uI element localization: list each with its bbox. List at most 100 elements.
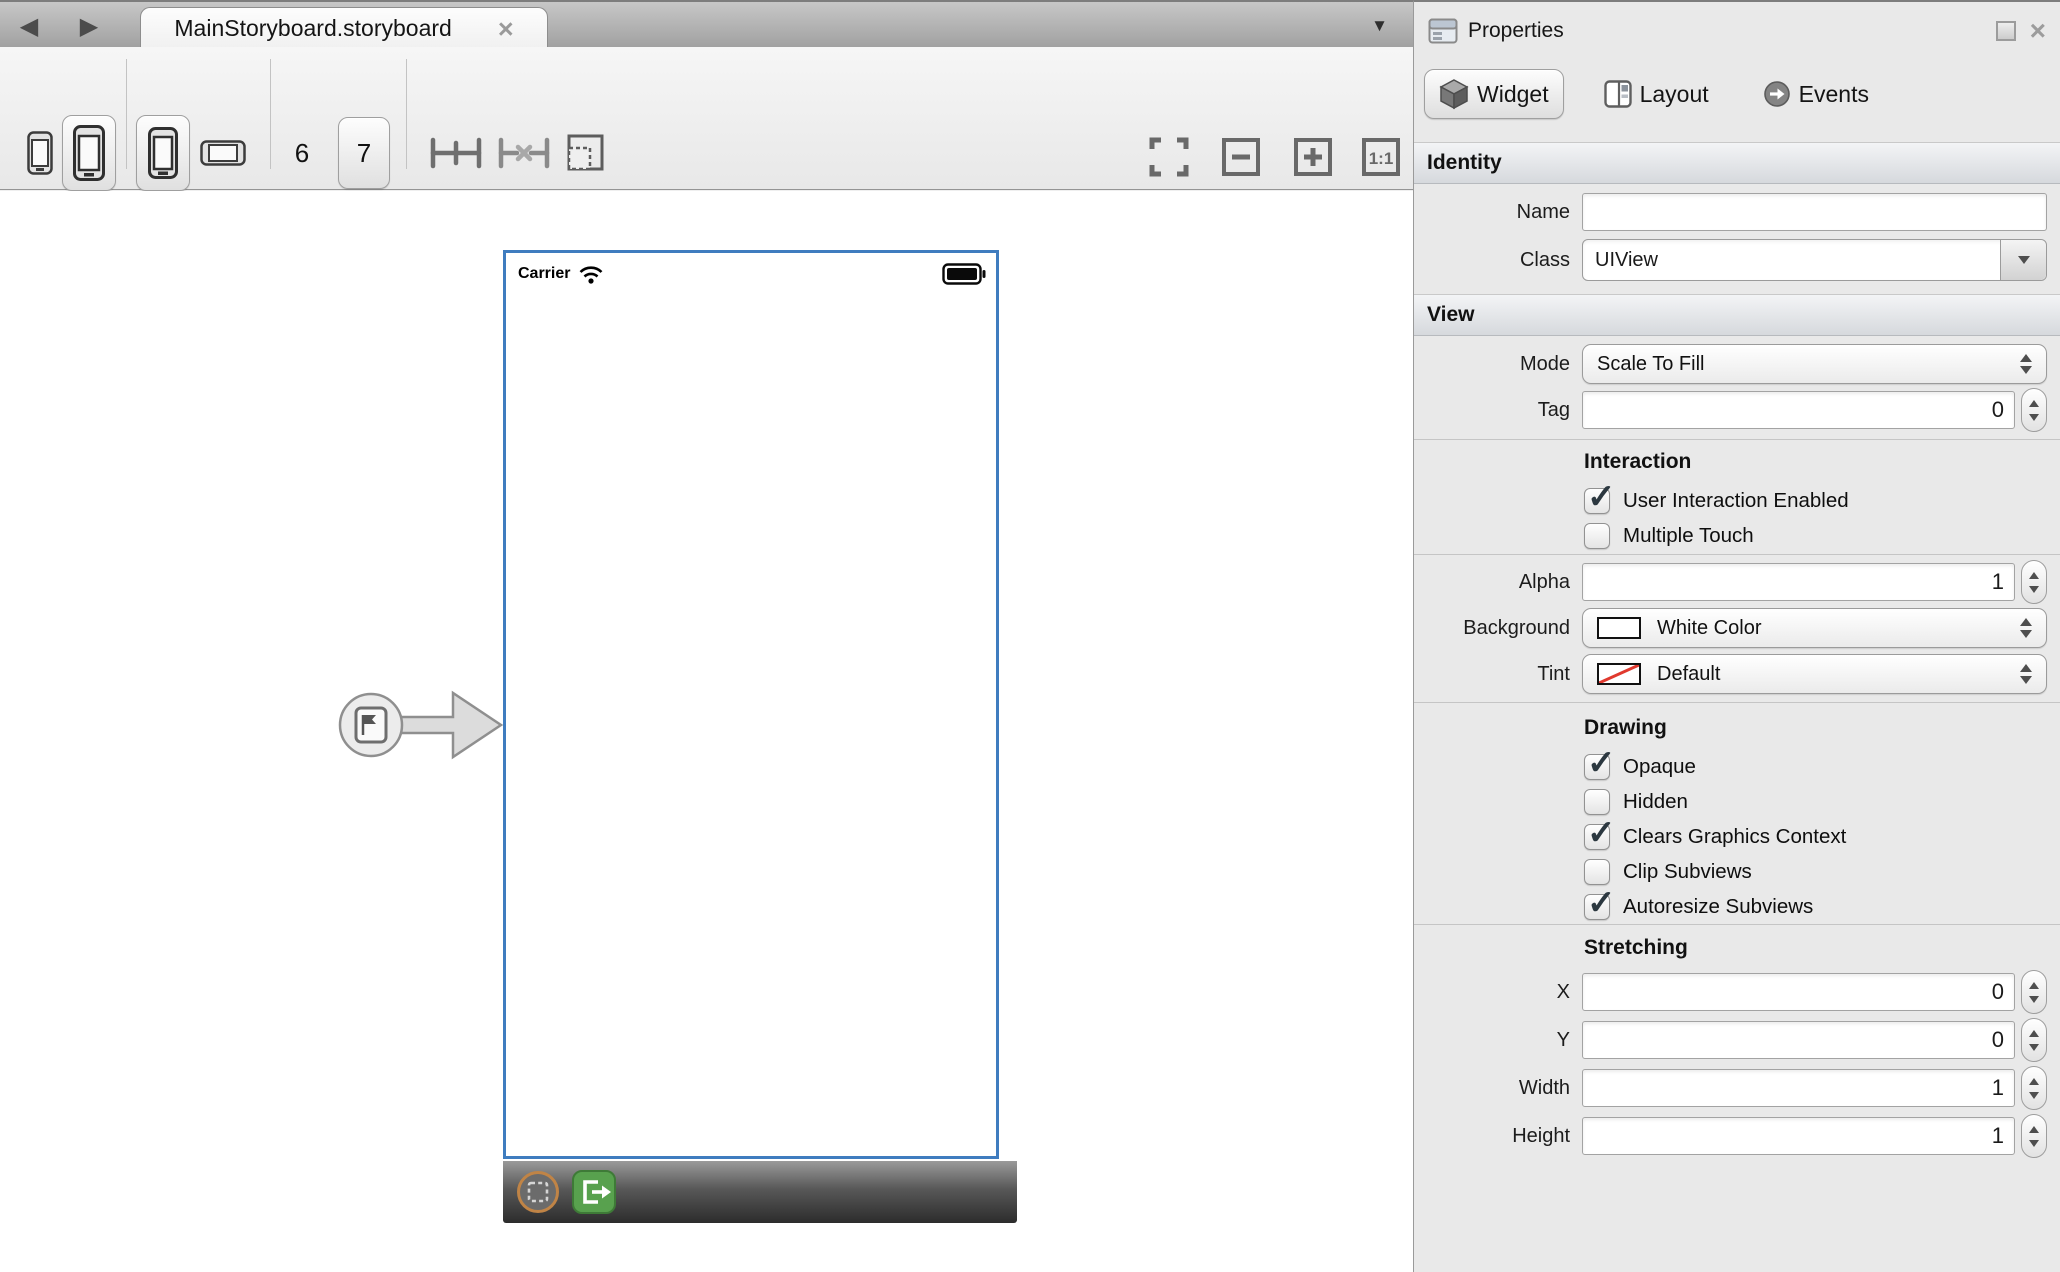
panel-close-icon[interactable]: ×	[2030, 21, 2046, 41]
checkbox-label: Clip Subviews	[1623, 860, 1752, 884]
zoom-out-button[interactable]	[1220, 137, 1262, 177]
battery-icon	[942, 263, 986, 291]
svg-text:1:1: 1:1	[1369, 149, 1394, 168]
checkbox-icon	[1584, 754, 1610, 780]
view-controller-view[interactable]: Carrier	[503, 250, 999, 1159]
x-input[interactable]: 0	[1582, 973, 2015, 1011]
name-row: Name	[1414, 190, 2060, 234]
tag-input[interactable]: 0	[1582, 391, 2015, 429]
remove-constraint-button[interactable]	[496, 135, 552, 171]
height-input[interactable]: 1	[1582, 1117, 2015, 1155]
cube-icon	[1439, 78, 1469, 110]
alpha-row: Alpha 1	[1414, 560, 2060, 604]
add-constraint-icon	[428, 135, 484, 171]
editor-area: ◀ ▶ MainStoryboard.storyboard × ▼	[0, 0, 1413, 1272]
tint-row: Tint Default	[1414, 652, 2060, 696]
class-combobox[interactable]: UIView	[1582, 239, 2047, 281]
name-label: Name	[1414, 201, 1570, 224]
divider	[1414, 554, 2060, 555]
width-input[interactable]: 1	[1582, 1069, 2015, 1107]
checkbox-label: User Interaction Enabled	[1623, 489, 1849, 513]
document-tab-bar: ◀ ▶ MainStoryboard.storyboard × ▼	[0, 0, 1413, 47]
white-color-swatch	[1597, 617, 1641, 639]
class-row: Class UIView	[1414, 238, 2060, 282]
stretching-y-row: Y 0	[1414, 1018, 2060, 1062]
size-small-button[interactable]	[22, 127, 58, 179]
tint-color-select[interactable]: Default	[1582, 654, 2047, 694]
tab-overflow-icon[interactable]: ▼	[1371, 16, 1388, 36]
add-constraint-button[interactable]	[428, 135, 484, 171]
back-button[interactable]: ◀	[14, 11, 44, 41]
class-dropdown-button[interactable]	[2000, 240, 2046, 280]
zoom-fit-button[interactable]	[1148, 137, 1190, 177]
drawing-heading: Drawing	[1584, 716, 1667, 740]
name-input[interactable]	[1582, 193, 2047, 231]
checkbox-icon	[1584, 894, 1610, 920]
stretching-height-row: Height 1	[1414, 1114, 2060, 1158]
class-label: Class	[1414, 249, 1570, 272]
y-input[interactable]: 0	[1582, 1021, 2015, 1059]
events-icon	[1763, 80, 1791, 108]
default-tint-swatch	[1597, 663, 1641, 685]
layout-icon	[1604, 80, 1632, 108]
initial-view-controller-arrow[interactable]	[335, 683, 505, 773]
storyboard-canvas[interactable]: Carrier	[0, 191, 1413, 1272]
height-stepper[interactable]	[2021, 1114, 2047, 1158]
ios-version-6-option[interactable]: 6	[284, 127, 320, 179]
status-bar: Carrier	[506, 253, 996, 295]
mode-row: Mode Scale To Fill	[1414, 342, 2060, 386]
stretching-x-row: X 0	[1414, 970, 2060, 1014]
orientation-landscape-button[interactable]	[198, 137, 248, 169]
background-row: Background White Color	[1414, 606, 2060, 650]
divider	[1414, 439, 2060, 440]
forward-button[interactable]: ▶	[74, 11, 104, 41]
alpha-stepper[interactable]	[2021, 560, 2047, 604]
properties-header: Properties ×	[1414, 2, 2060, 60]
tab-layout-label: Layout	[1640, 81, 1709, 108]
properties-tabs: Widget Layout	[1424, 66, 1883, 122]
updown-arrows-icon	[2020, 354, 2032, 374]
orientation-portrait-button[interactable]	[136, 115, 190, 191]
alpha-input[interactable]: 1	[1582, 563, 2015, 601]
chevron-down-icon	[2018, 256, 2030, 264]
tab-layout[interactable]: Layout	[1590, 72, 1723, 116]
phone-tall-icon	[73, 125, 105, 181]
resize-frame-button[interactable]	[562, 133, 606, 173]
document-tab[interactable]: MainStoryboard.storyboard ×	[140, 7, 548, 49]
checkbox-autoresize-subviews[interactable]: Autoresize Subviews	[1584, 892, 1813, 922]
tag-stepper[interactable]	[2021, 388, 2047, 432]
interaction-heading: Interaction	[1584, 450, 1691, 474]
width-stepper[interactable]	[2021, 1066, 2047, 1110]
phone-small-icon	[27, 131, 53, 175]
background-color-select[interactable]: White Color	[1582, 608, 2047, 648]
designer-toolbar: 6 7	[0, 47, 1413, 190]
size-tall-button[interactable]	[62, 115, 116, 191]
tab-close-icon[interactable]: ×	[498, 19, 514, 39]
panel-restore-icon[interactable]	[1996, 21, 2016, 41]
x-stepper[interactable]	[2021, 970, 2047, 1014]
view-controller-icon[interactable]	[515, 1169, 561, 1215]
checkbox-clears-graphics-context[interactable]: Clears Graphics Context	[1584, 822, 1846, 852]
tab-widget[interactable]: Widget	[1424, 69, 1564, 119]
tab-events[interactable]: Events	[1749, 72, 1883, 116]
ios-version-7-option[interactable]: 7	[338, 117, 390, 189]
zoom-actual-size-button[interactable]: 1:1	[1360, 137, 1402, 177]
exit-segue-icon[interactable]	[571, 1169, 617, 1215]
tag-row: Tag 0	[1414, 388, 2060, 432]
document-tab-title: MainStoryboard.storyboard	[174, 15, 451, 42]
zoom-in-button[interactable]	[1292, 137, 1334, 177]
mode-select[interactable]: Scale To Fill	[1582, 344, 2047, 384]
divider	[1414, 702, 2060, 703]
checkbox-multiple-touch[interactable]: Multiple Touch	[1584, 521, 1754, 551]
checkbox-user-interaction-enabled[interactable]: User Interaction Enabled	[1584, 486, 1849, 516]
checkbox-icon	[1584, 789, 1610, 815]
zoom-out-icon	[1221, 137, 1261, 177]
y-stepper[interactable]	[2021, 1018, 2047, 1062]
zoom-fit-icon	[1149, 137, 1189, 177]
phone-landscape-icon	[200, 140, 246, 166]
checkbox-opaque[interactable]: Opaque	[1584, 752, 1696, 782]
storyboard-designer-window: ◀ ▶ MainStoryboard.storyboard × ▼	[0, 0, 2060, 1272]
checkbox-icon	[1584, 523, 1610, 549]
phone-portrait-icon	[148, 127, 178, 179]
x-label: X	[1414, 981, 1570, 1004]
